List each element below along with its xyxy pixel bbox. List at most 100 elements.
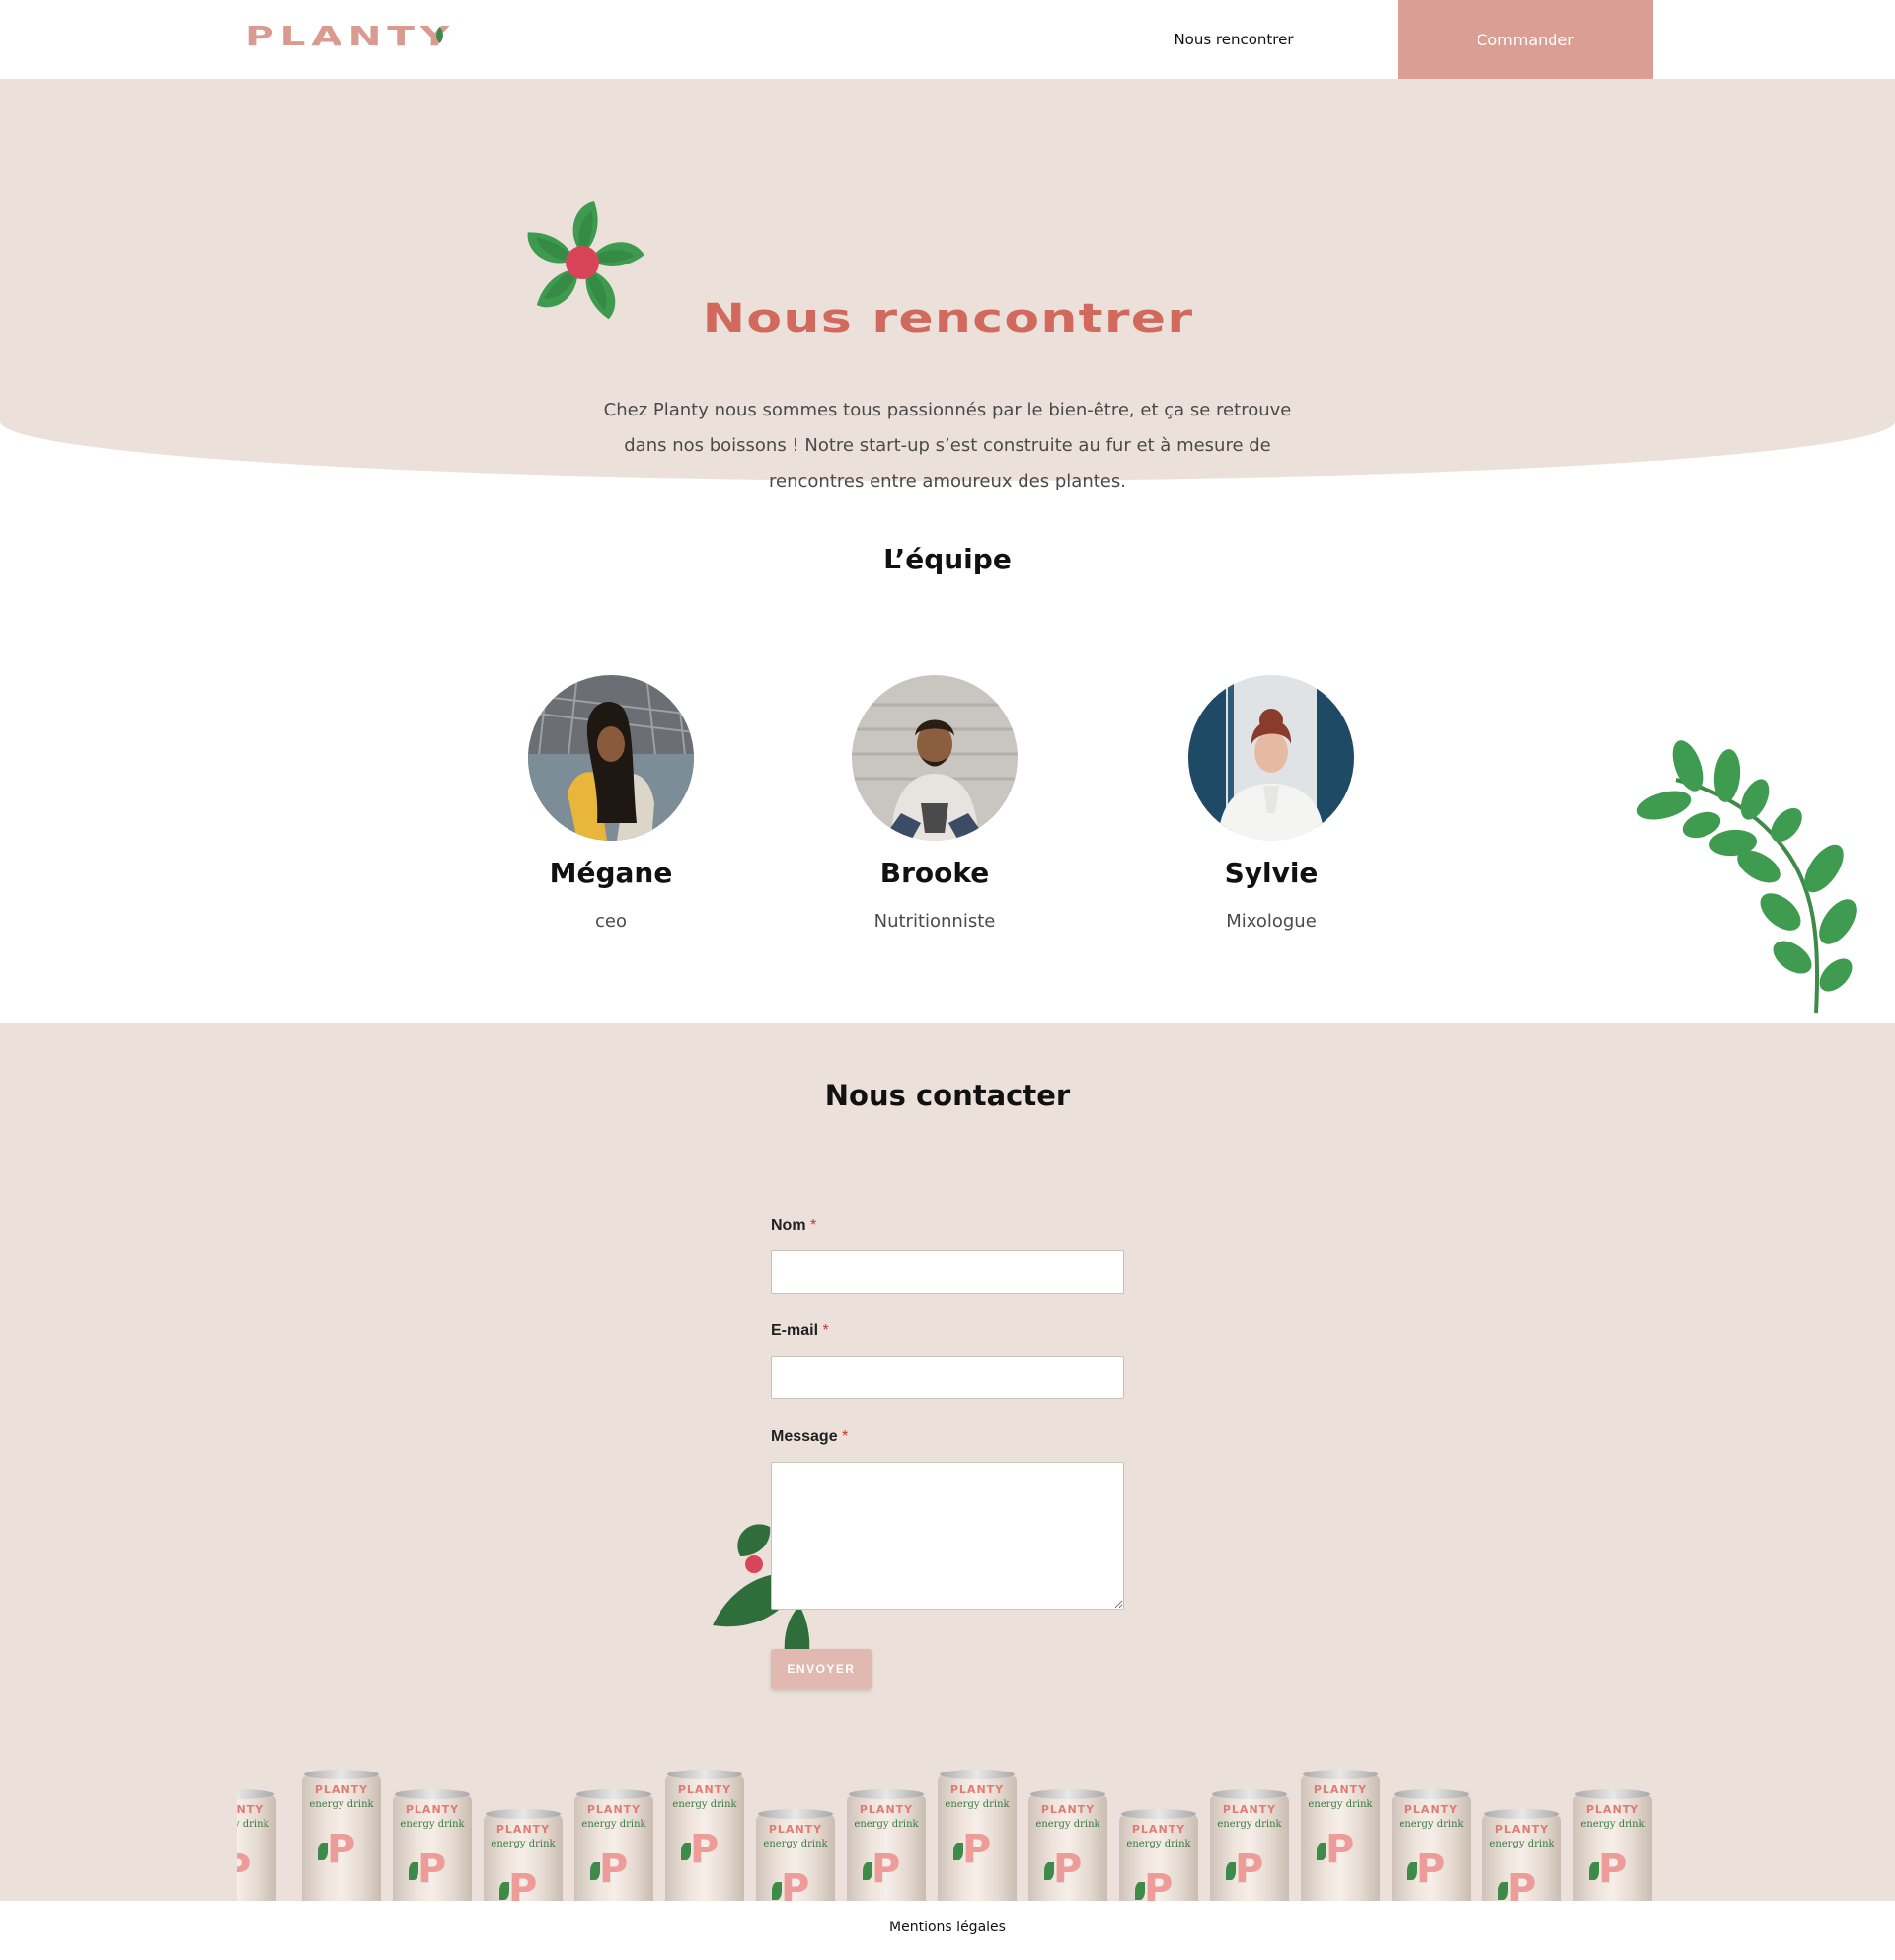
avatar [528, 675, 694, 841]
can-brand: PLANTY [1403, 1803, 1459, 1816]
can-letter: P [1144, 1866, 1174, 1901]
can-letter: P [327, 1827, 356, 1872]
can-leaf-icon [590, 1862, 600, 1880]
can-leaf-icon [681, 1843, 691, 1860]
can-subtitle: energy drink [400, 1819, 465, 1830]
can-letter: P [690, 1827, 720, 1872]
can-image: PLANTY energy drink P [1210, 1789, 1289, 1901]
leaf-branch-icon [1636, 740, 1857, 1014]
can-lid [1121, 1809, 1196, 1819]
logo-text: PLANTY [245, 19, 455, 52]
member-role: Mixologue [1226, 911, 1317, 932]
can-image: PLANTY energy drink P [756, 1809, 835, 1901]
can-lid [237, 1789, 274, 1799]
can-image: PLANTY energy drink P [847, 1789, 926, 1901]
can-lid [395, 1789, 470, 1799]
page-title: Nous rencontrer [702, 296, 1193, 341]
can-brand: PLANTY [1585, 1803, 1640, 1816]
can-image: PLANTY energy drink P [484, 1809, 563, 1901]
can-subtitle: energy drink [1489, 1839, 1554, 1849]
can-brand: PLANTY [1040, 1803, 1096, 1816]
can-image: PLANTY energy drink P [1573, 1789, 1652, 1901]
can-leaf-icon [1589, 1862, 1599, 1880]
can-brand: PLANTY [1494, 1823, 1550, 1836]
member-name: Brooke [879, 857, 990, 889]
cans-banner: PLANTY energy drink P PLANTY energy drink P PL… [237, 1770, 1658, 1901]
send-button[interactable]: ENVOYER [771, 1649, 872, 1689]
can-leaf-icon [1226, 1862, 1236, 1880]
team-title: L’équipe [883, 543, 1012, 575]
team-member-megane: Mégane ceo [493, 675, 729, 932]
team-member-brooke: Brooke Nutritionniste [816, 675, 1053, 932]
logo-leaf-icon [436, 27, 443, 43]
can-leaf-icon [1498, 1882, 1508, 1900]
can-image: PLANTY energy drink P [1028, 1789, 1107, 1901]
can-letter: P [1416, 1847, 1446, 1892]
can-image: PLANTY energy drink P [302, 1770, 381, 1901]
can-leaf-icon [1044, 1862, 1054, 1880]
can-letter: P [1235, 1847, 1264, 1892]
can-lid [1303, 1770, 1378, 1779]
avatar-image [1188, 675, 1354, 841]
can-letter: P [962, 1827, 992, 1872]
name-label: Nom * [771, 1217, 817, 1234]
can-letter: P [237, 1847, 251, 1892]
can-lid [849, 1789, 924, 1799]
email-field[interactable] [771, 1356, 1124, 1399]
avatar [1188, 675, 1354, 841]
name-field[interactable] [771, 1250, 1124, 1294]
message-field[interactable] [771, 1462, 1124, 1610]
can-lid [1212, 1789, 1287, 1799]
can-letter: P [1507, 1866, 1537, 1901]
can-brand: PLANTY [495, 1823, 551, 1836]
can-leaf-icon [772, 1882, 782, 1900]
logo[interactable]: PLANTY [245, 20, 449, 52]
can-brand: PLANTY [859, 1803, 914, 1816]
can-letter: P [599, 1847, 629, 1892]
can-subtitle: energy drink [945, 1799, 1010, 1810]
can-lid [1484, 1809, 1559, 1819]
required-mark: * [810, 1217, 817, 1234]
can-image: PLANTY energy drink P [938, 1770, 1017, 1901]
can-leaf-icon [1135, 1882, 1145, 1900]
legal-notice-link[interactable]: Mentions légales [750, 1920, 1145, 1935]
can-image: PLANTY energy drink P [1301, 1770, 1380, 1901]
required-mark: * [842, 1428, 849, 1445]
can-brand: PLANTY [949, 1783, 1005, 1796]
can-lid [486, 1809, 561, 1819]
can-letter: P [417, 1847, 447, 1892]
can-lid [304, 1770, 379, 1779]
can-brand: PLANTY [237, 1803, 265, 1816]
can-brand: PLANTY [405, 1803, 460, 1816]
can-subtitle: energy drink [672, 1799, 737, 1810]
can-image: PLANTY energy drink P [1392, 1789, 1471, 1901]
team-member-sylvie: Sylvie Mixologue [1153, 675, 1390, 932]
can-brand: PLANTY [586, 1803, 642, 1816]
contact-section: Nous contacter Nom * E-mail * Message * … [0, 1023, 1895, 1901]
can-subtitle: energy drink [1217, 1819, 1282, 1830]
can-subtitle: energy drink [1126, 1839, 1191, 1849]
can-subtitle: energy drink [581, 1819, 646, 1830]
can-leaf-icon [409, 1862, 418, 1880]
email-label: E-mail * [771, 1322, 829, 1339]
can-letter: P [1053, 1847, 1083, 1892]
order-button[interactable]: Commander [1398, 0, 1653, 79]
can-leaf-icon [953, 1843, 963, 1860]
can-letter: P [872, 1847, 901, 1892]
contact-title: Nous contacter [824, 1079, 1071, 1112]
can-letter: P [781, 1866, 810, 1901]
message-label: Message * [771, 1428, 849, 1445]
can-lid [940, 1770, 1015, 1779]
can-subtitle: energy drink [1308, 1799, 1373, 1810]
can-image: PLANTY energy drink P [1482, 1809, 1561, 1901]
can-image: PLANTY energy drink P [665, 1770, 744, 1901]
avatar-image [852, 675, 1018, 841]
can-subtitle: energy drink [1035, 1819, 1100, 1830]
nav-link-meet[interactable]: Nous rencontrer [1125, 0, 1342, 79]
can-brand: PLANTY [1222, 1803, 1277, 1816]
required-mark: * [822, 1322, 829, 1339]
can-lid [1575, 1789, 1650, 1799]
can-leaf-icon [318, 1843, 328, 1860]
can-brand: PLANTY [1313, 1783, 1368, 1796]
hero-description: Chez Planty nous sommes tous passionnés … [603, 400, 1292, 491]
